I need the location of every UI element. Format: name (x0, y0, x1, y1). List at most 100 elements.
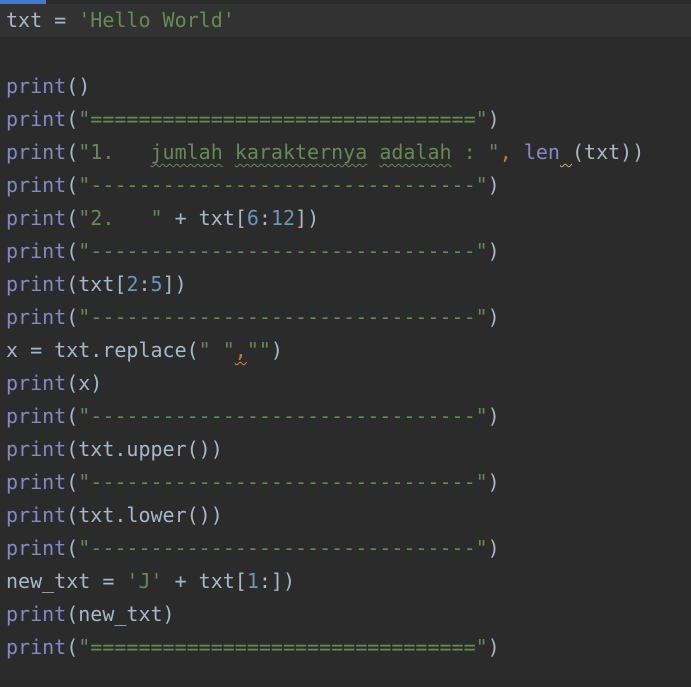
code-line[interactable] (6, 37, 644, 70)
code-token: print (6, 536, 67, 560)
code-line[interactable]: print("================================"… (6, 631, 644, 664)
code-token: , (499, 140, 512, 164)
code-token: ( (66, 404, 79, 428)
code-line[interactable]: txt = 'Hello World' (6, 4, 644, 37)
code-line[interactable]: print(new_txt) (6, 598, 644, 631)
code-token: 5 (150, 272, 163, 296)
code-token: ]) (162, 272, 187, 296)
code-token: "--------------------------------" (78, 470, 488, 494)
code-line[interactable]: print("2. " + txt[6:12]) (6, 202, 644, 235)
code-line[interactable]: print("--------------------------------"… (6, 301, 644, 334)
code-token: "--------------------------------" (78, 239, 488, 263)
code-token: + txt[ (162, 569, 247, 593)
code-token: ( (66, 140, 79, 164)
code-token: print (6, 635, 67, 659)
code-line[interactable]: print("--------------------------------"… (6, 400, 644, 433)
code-token: print (6, 371, 67, 395)
code-token: "--------------------------------" (78, 536, 488, 560)
code-token: ( (66, 239, 79, 263)
code-token: "================================" (78, 107, 488, 131)
code-token: ( (66, 107, 79, 131)
code-line[interactable]: print(txt.lower()) (6, 499, 644, 532)
code-token: "--------------------------------" (78, 404, 488, 428)
code-line[interactable]: print("1. jumlah karakternya adalah : ",… (6, 136, 644, 169)
code-token: ) (270, 338, 283, 362)
code-token: 2 (126, 272, 139, 296)
code-token: print (6, 140, 67, 164)
code-token: () (66, 74, 91, 98)
code-token: (new_txt) (66, 602, 175, 626)
code-token: print (6, 239, 67, 263)
code-token: "2. " (78, 206, 163, 230)
code-token: 6 (246, 206, 259, 230)
code-token: print (6, 74, 67, 98)
code-token: (txt.upper()) (66, 437, 223, 461)
code-token: ( (66, 173, 79, 197)
code-token: ) (487, 536, 500, 560)
code-lines[interactable]: txt = 'Hello World' print() print("======… (6, 4, 644, 664)
code-line[interactable]: print("--------------------------------"… (6, 466, 644, 499)
code-line[interactable]: new_txt = 'J' + txt[1:]) (6, 565, 644, 598)
code-token: : (258, 206, 271, 230)
code-token: karakternya (234, 140, 368, 164)
code-token: "================================" (78, 635, 488, 659)
code-token: ( (66, 206, 79, 230)
code-token: ( (66, 536, 79, 560)
code-token: "" (246, 338, 271, 362)
code-token: ) (487, 173, 500, 197)
code-token: ) (487, 305, 500, 329)
code-token: (txt.lower()) (66, 503, 223, 527)
code-token: print (6, 437, 67, 461)
code-token: ) (487, 635, 500, 659)
code-token: "--------------------------------" (78, 173, 488, 197)
code-token: ]) (295, 206, 320, 230)
code-token: : " (451, 140, 500, 164)
code-token: 12 (270, 206, 296, 230)
code-token: 'J' (126, 569, 163, 593)
code-token: print (6, 503, 67, 527)
code-token: " " (198, 338, 235, 362)
code-token: print (6, 173, 67, 197)
code-token: print (6, 602, 67, 626)
code-token: , (234, 338, 247, 362)
code-token: print (6, 272, 67, 296)
code-line[interactable]: x = txt.replace(" ","") (6, 334, 644, 367)
code-token: x = txt.replace( (6, 338, 199, 362)
code-token: print (6, 107, 67, 131)
code-token: txt = (6, 8, 79, 32)
code-token: ( (66, 470, 79, 494)
code-token: : (138, 272, 151, 296)
code-line[interactable]: print("================================"… (6, 103, 644, 136)
code-editor[interactable]: txt = 'Hello World' print() print("======… (0, 0, 691, 687)
code-line[interactable]: print(x) (6, 367, 644, 400)
code-line[interactable]: print(txt.upper()) (6, 433, 644, 466)
code-line[interactable]: print("--------------------------------"… (6, 532, 644, 565)
code-token: "--------------------------------" (78, 305, 488, 329)
code-token: adalah (379, 140, 452, 164)
code-token: ) (487, 239, 500, 263)
code-token: ) (487, 404, 500, 428)
code-line[interactable]: print("--------------------------------"… (6, 235, 644, 268)
code-token: jumlah (150, 140, 223, 164)
code-line[interactable]: print(txt[2:5]) (6, 268, 644, 301)
code-line[interactable]: print("--------------------------------"… (6, 169, 644, 202)
code-token: 'Hello World' (78, 8, 235, 32)
code-token: (x) (66, 371, 103, 395)
code-token: ) (487, 470, 500, 494)
code-token: print (6, 206, 67, 230)
code-token: (txt)) (572, 140, 645, 164)
code-token: :]) (258, 569, 296, 593)
code-token: print (6, 305, 67, 329)
code-line[interactable]: print() (6, 70, 644, 103)
code-token: ( (66, 305, 79, 329)
code-token: (txt[ (66, 272, 127, 296)
code-token: len (523, 140, 560, 164)
code-token: "1. (78, 140, 151, 164)
code-token: new_txt = (6, 569, 127, 593)
code-token: 1 (246, 569, 259, 593)
code-token: ( (66, 635, 79, 659)
